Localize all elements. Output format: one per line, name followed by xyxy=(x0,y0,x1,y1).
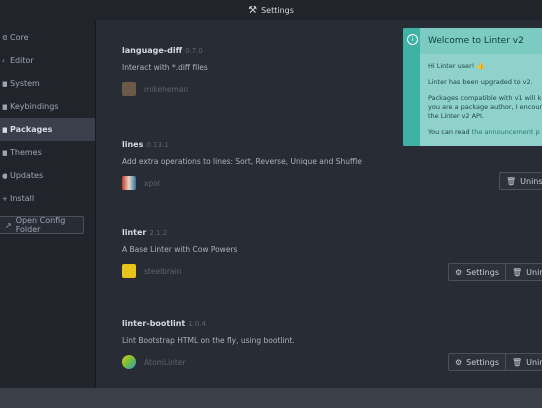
gear-icon: ⚙ xyxy=(455,267,463,277)
notification-line: the Linter v2 API. xyxy=(428,112,484,120)
package-version: 2.1.2 xyxy=(149,229,168,237)
settings-button[interactable]: ⚙ Settings xyxy=(448,353,506,371)
package-actions: 🗑 Uninsta xyxy=(499,172,542,190)
sidebar-item-themes[interactable]: ■ Themes xyxy=(0,141,95,164)
package-icon: ■ xyxy=(2,125,7,134)
paintcan-icon: ■ xyxy=(2,148,7,157)
package-owner[interactable]: steelbrain xyxy=(144,267,181,276)
sidebar-item-label: Editor xyxy=(10,56,34,65)
avatar[interactable] xyxy=(122,176,136,190)
sidebar-item-system[interactable]: ■ System xyxy=(0,72,95,95)
keyboard-icon: ■ xyxy=(2,102,7,111)
announcement-link[interactable]: the announcement p xyxy=(472,128,540,136)
avatar[interactable] xyxy=(122,264,136,278)
window-titlebar: ⚒ Settings xyxy=(0,0,542,20)
notification-title: Welcome to Linter v2 xyxy=(420,28,542,54)
settings-label: Settings xyxy=(466,267,499,277)
welcome-notification[interactable]: i Welcome to Linter v2 Hi Linter user! 👍… xyxy=(403,28,542,146)
notification-sidebar xyxy=(403,28,420,146)
thumbs-up-icon: 👍 xyxy=(476,62,485,70)
package-version: 1.0.4 xyxy=(188,320,207,328)
package-description: Lint Bootstrap HTML on the fly, using bo… xyxy=(122,336,295,345)
uninstall-label: Uninsta xyxy=(526,267,542,277)
package-owner[interactable]: xpol xyxy=(144,179,160,188)
package-card[interactable]: lines 0.13.1 Add extra operations to line… xyxy=(122,140,542,190)
uninstall-button[interactable]: 🗑 Uninsta xyxy=(499,172,542,190)
package-version: 0.13.1 xyxy=(146,141,169,149)
package-actions: ⚙ Settings 🗑 Uninsta xyxy=(448,353,542,371)
trash-icon: 🗑 xyxy=(506,176,517,186)
open-config-folder-button[interactable]: ↗ Open Config Folder xyxy=(0,216,84,234)
sidebar-item-label: Core xyxy=(10,33,29,42)
package-version: 0.7.0 xyxy=(185,47,203,55)
avatar[interactable] xyxy=(122,355,136,369)
package-name[interactable]: language-diff xyxy=(122,46,182,55)
uninstall-label: Uninsta xyxy=(520,176,542,186)
info-icon: i xyxy=(407,34,418,45)
notification-greeting: Hi Linter user! xyxy=(428,62,475,70)
notification-line: Packages compatible with v1 will k xyxy=(428,94,542,102)
settings-sidebar: ⚙ Core ‹ Editor ■ System ■ Keybindings ■… xyxy=(0,20,96,388)
window-title: Settings xyxy=(261,5,294,15)
uninstall-label: Uninsta xyxy=(526,357,542,367)
package-name[interactable]: linter xyxy=(122,228,146,237)
sidebar-item-label: Themes xyxy=(10,148,42,157)
sidebar-item-updates[interactable]: ● Updates xyxy=(0,164,95,187)
avatar[interactable] xyxy=(122,82,136,96)
sidebar-item-keybindings[interactable]: ■ Keybindings xyxy=(0,95,95,118)
sidebar-item-label: Packages xyxy=(10,125,53,134)
open-config-folder-label: Open Config Folder xyxy=(15,216,66,234)
link-external-icon: ↗ xyxy=(5,220,12,230)
gear-icon: ⚙ xyxy=(455,357,463,367)
plus-icon: + xyxy=(2,194,7,203)
status-bar xyxy=(0,388,542,408)
uninstall-button[interactable]: 🗑 Uninsta xyxy=(505,263,542,281)
sidebar-item-label: Keybindings xyxy=(10,102,59,111)
sidebar-item-label: Updates xyxy=(10,171,44,180)
sidebar-item-install[interactable]: + Install xyxy=(0,187,95,210)
notification-line: Linter has been upgraded to v2. xyxy=(428,78,533,86)
code-icon: ‹ xyxy=(2,56,5,65)
settings-label: Settings xyxy=(466,357,499,367)
settings-button[interactable]: ⚙ Settings xyxy=(448,263,506,281)
trash-icon: 🗑 xyxy=(511,357,523,367)
package-name[interactable]: lines xyxy=(122,140,143,149)
sidebar-item-core[interactable]: ⚙ Core xyxy=(0,26,95,49)
sidebar-item-packages[interactable]: ■ Packages xyxy=(0,118,95,141)
package-actions: ⚙ Settings 🗑 Uninsta xyxy=(448,263,542,281)
sidebar-item-label: Install xyxy=(10,194,35,203)
sidebar-item-editor[interactable]: ‹ Editor xyxy=(0,49,95,72)
device-icon: ■ xyxy=(2,79,7,88)
sidebar-item-label: System xyxy=(10,79,40,88)
package-owner[interactable]: mikeheman xyxy=(144,85,188,94)
tools-icon: ⚒ xyxy=(248,4,258,16)
trash-icon: 🗑 xyxy=(511,267,523,277)
package-description: A Base Linter with Cow Powers xyxy=(122,245,238,254)
notification-body: Hi Linter user! 👍 Linter has been upgrad… xyxy=(428,62,542,144)
package-description: Add extra operations to lines: Sort, Rev… xyxy=(122,157,362,166)
package-name[interactable]: linter-bootlint xyxy=(122,319,185,328)
package-owner[interactable]: AtomLinter xyxy=(144,358,186,367)
notification-line: you are a package author, I encour xyxy=(428,103,542,111)
gear-icon: ⚙ xyxy=(2,33,7,42)
cloud-download-icon: ● xyxy=(2,171,7,180)
uninstall-button[interactable]: 🗑 Uninsta xyxy=(505,353,542,371)
notification-line: You can read xyxy=(428,128,472,136)
